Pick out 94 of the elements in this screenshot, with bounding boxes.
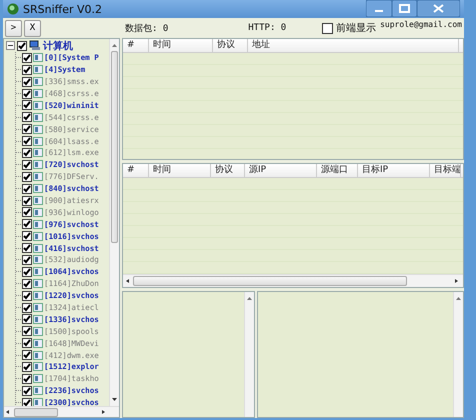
scroll-left-icon[interactable] [4, 408, 12, 416]
checkbox[interactable] [22, 172, 32, 182]
tree-item[interactable]: 计算机 [43, 39, 73, 53]
checkbox[interactable] [22, 88, 32, 98]
process-icon [33, 89, 43, 98]
column-header[interactable]: # [123, 164, 149, 177]
column-header[interactable]: 源端口 [317, 164, 358, 177]
process-icon [33, 291, 43, 300]
checkbox[interactable] [22, 314, 32, 324]
vertical-scrollbar[interactable] [244, 292, 254, 417]
checkbox[interactable] [22, 254, 32, 265]
process-icon [33, 374, 43, 384]
process-icon [33, 398, 43, 406]
vertical-scrollbar[interactable] [109, 39, 119, 406]
checkbox[interactable] [22, 386, 32, 396]
checkbox[interactable] [17, 40, 27, 51]
email-text: suprole@gmail.com [380, 20, 462, 29]
checkbox[interactable] [322, 22, 334, 34]
process-icon [33, 77, 43, 86]
checkbox[interactable] [22, 278, 32, 289]
process-icon [33, 208, 43, 217]
checkbox[interactable] [22, 243, 32, 254]
checkbox[interactable] [22, 326, 32, 336]
process-icon [33, 148, 43, 158]
checkbox[interactable] [22, 148, 32, 158]
process-icon [33, 326, 43, 336]
horizontal-scrollbar[interactable] [123, 274, 463, 287]
process-icon [33, 184, 43, 194]
checkbox[interactable] [22, 64, 32, 75]
process-icon [33, 65, 43, 74]
checkbox[interactable] [22, 362, 32, 372]
minimize-button[interactable] [366, 0, 392, 17]
checkbox[interactable] [22, 160, 32, 170]
horizontal-scrollbar[interactable] [4, 406, 119, 417]
process-icon [33, 279, 43, 288]
window-title: SRSniffer V0.2 [23, 2, 102, 16]
toolbar-button[interactable]: > [5, 20, 22, 36]
checkbox[interactable] [22, 124, 32, 134]
checkbox[interactable] [22, 100, 32, 110]
process-icon [33, 196, 43, 206]
checkbox[interactable] [22, 219, 32, 230]
column-header[interactable]: 时间 [149, 39, 213, 52]
column-header[interactable]: 源IP [245, 164, 317, 177]
packet-count: 数据包: 0 [125, 22, 168, 34]
column-header[interactable]: 目标IP [358, 164, 430, 177]
checkbox[interactable] [22, 266, 32, 277]
process-icon [33, 232, 43, 241]
process-icon [33, 53, 43, 62]
scroll-right-icon[interactable] [99, 408, 107, 416]
process-icon [33, 350, 43, 360]
scroll-right-icon[interactable] [452, 277, 460, 285]
process-icon [33, 338, 43, 348]
checkbox[interactable] [22, 231, 32, 242]
checkbox[interactable] [22, 290, 32, 301]
vertical-scrollbar[interactable] [453, 292, 463, 417]
column-header[interactable]: 地址 [248, 39, 459, 52]
process-icon [33, 267, 43, 276]
process-icon [33, 136, 43, 146]
process-icon [33, 362, 43, 372]
column-header[interactable]: 协议 [213, 39, 248, 52]
process-icon [33, 220, 43, 229]
checkbox[interactable] [22, 52, 32, 63]
checkbox[interactable] [22, 207, 32, 218]
maximize-button[interactable] [392, 0, 417, 17]
process-icon [33, 160, 43, 170]
checkbox[interactable] [22, 112, 32, 122]
http-count: HTTP: 0 [248, 23, 286, 33]
process-icon [33, 303, 43, 312]
column-header[interactable]: 时间 [149, 164, 211, 177]
process-icon [33, 172, 43, 182]
close-button[interactable] [417, 0, 460, 17]
checkbox[interactable] [22, 398, 32, 406]
app-icon [7, 3, 19, 15]
checkbox[interactable] [22, 76, 32, 87]
checkbox[interactable] [22, 196, 32, 206]
process-icon [33, 244, 43, 253]
checkbox[interactable] [22, 184, 32, 194]
computer-icon [29, 40, 41, 52]
checkbox[interactable] [22, 302, 32, 313]
process-icon [33, 100, 43, 110]
checkbox[interactable] [22, 350, 32, 360]
process-icon [33, 124, 43, 134]
checkbox[interactable] [22, 338, 32, 348]
column-header[interactable]: 协议 [211, 164, 245, 177]
checkbox[interactable] [22, 136, 32, 146]
process-icon [33, 314, 43, 324]
collapse-icon[interactable] [6, 41, 15, 50]
process-icon [33, 112, 43, 122]
toolbar-button[interactable]: X [24, 20, 41, 36]
checkbox-label: 前端显示 [336, 22, 376, 35]
checkbox[interactable] [22, 374, 32, 384]
column-header[interactable]: # [123, 39, 149, 52]
process-icon [33, 255, 43, 264]
process-icon [33, 386, 43, 396]
